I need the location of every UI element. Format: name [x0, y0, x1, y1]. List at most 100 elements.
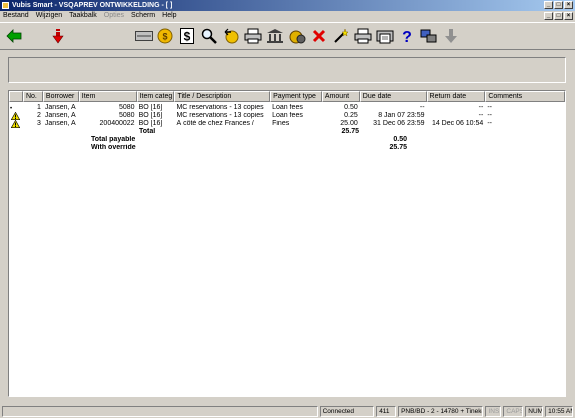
summary-due: [361, 128, 409, 136]
info-panel: [8, 57, 566, 83]
payments-grid: No. Borrower Item Item categ Title / Des…: [8, 90, 566, 397]
menu-bestand[interactable]: Bestand: [3, 11, 29, 21]
cell-category: BO [16]: [138, 112, 163, 119]
maximize-button[interactable]: □: [554, 1, 563, 9]
cell-due-date: 8 Jan 07 23:59: [378, 112, 425, 119]
current-row-marker: •: [10, 106, 13, 112]
summary-row-with-override: With override 25.75: [9, 144, 565, 152]
menu-wijzigen[interactable]: Wijzigen: [36, 11, 62, 21]
row-selector[interactable]: [9, 120, 23, 128]
cell-due-date: --: [419, 104, 425, 111]
cell-item: 200400022: [99, 120, 135, 127]
grid-header: No. Borrower Item Item categ Title / Des…: [9, 91, 565, 102]
cell-borrower: Jansen, A: [44, 112, 76, 119]
cell-category: BO [16]: [138, 120, 163, 127]
row-header-corner: [9, 91, 23, 102]
table-row[interactable]: • 1 Jansen, A 5080 BO [16] MC reservatio…: [9, 104, 565, 112]
column-header-item-category[interactable]: Item categ: [136, 91, 175, 102]
printer-icon[interactable]: [353, 26, 373, 46]
summary-amount: [323, 136, 361, 144]
mdi-controls: _ □ ×: [544, 12, 573, 20]
column-header-no[interactable]: No.: [22, 91, 43, 102]
column-header-borrower[interactable]: Borrower: [42, 91, 79, 102]
cell-title: À côté de chez Frances /: [176, 120, 254, 127]
warning-icon: [11, 120, 20, 128]
svg-text:?: ?: [402, 29, 412, 44]
cell-no: 3: [37, 120, 41, 127]
summary-label: With override: [91, 144, 136, 151]
status-connection: Connected: [319, 406, 375, 417]
table-row[interactable]: 2 Jansen, A 5080 BO [16] MC reservations…: [9, 112, 565, 120]
cell-payment-type: Loan fees: [272, 104, 303, 111]
bank-icon[interactable]: [265, 26, 285, 46]
summary-label: Total payable: [91, 136, 136, 143]
cell-return-date: --: [478, 112, 484, 119]
cell-return-date: 14 Dec 06 10:54: [431, 120, 484, 127]
status-num: NUM: [525, 406, 544, 417]
row-selector[interactable]: [9, 112, 23, 120]
cell-amount: 25.00: [340, 120, 358, 127]
back-arrow-icon[interactable]: [4, 26, 24, 46]
summary-row-total-payable: Total payable 0.50: [9, 136, 565, 144]
transfer-icon[interactable]: [419, 26, 439, 46]
column-header-title[interactable]: Title / Description: [174, 91, 271, 102]
cell-borrower: Jansen, A: [44, 104, 76, 111]
column-header-payment-type[interactable]: Payment type: [270, 91, 322, 102]
svg-text:$: $: [162, 32, 167, 42]
magnifier-icon[interactable]: [199, 26, 219, 46]
status-caps: CAPS: [503, 406, 524, 417]
row-selector[interactable]: •: [9, 104, 23, 112]
cell-title: MC reservations - 13 copies: [176, 112, 264, 119]
app-icon: [2, 2, 9, 9]
cell-comments: --: [487, 104, 492, 111]
money-bag-icon[interactable]: [287, 26, 307, 46]
mdi-close-button[interactable]: ×: [564, 12, 573, 20]
minimize-button[interactable]: _: [544, 1, 553, 9]
menu-scherm[interactable]: Scherm: [131, 11, 155, 21]
down-arrow-red-icon[interactable]: [48, 26, 68, 46]
menu-opties: Opties: [103, 12, 125, 19]
status-message: [2, 406, 318, 417]
return-icon[interactable]: [221, 26, 241, 46]
table-row[interactable]: 3 Jansen, A 200400022 BO [16] À côté de …: [9, 120, 565, 128]
dollar-icon[interactable]: $: [177, 26, 197, 46]
menu-help[interactable]: Help: [162, 11, 176, 21]
card-reader-icon[interactable]: [134, 26, 154, 46]
magic-wand-icon[interactable]: [331, 26, 351, 46]
cell-amount: 0.50: [344, 104, 358, 111]
status-ins: INS: [485, 406, 502, 417]
coin-icon[interactable]: $: [155, 26, 175, 46]
printer-icon[interactable]: [243, 26, 263, 46]
column-header-comments[interactable]: Comments: [485, 91, 565, 102]
mdi-minimize-button[interactable]: _: [544, 12, 553, 20]
column-header-due-date[interactable]: Due date: [359, 91, 427, 102]
cell-payment-type: Fines: [272, 120, 290, 127]
summary-amount: 25.75: [341, 128, 359, 135]
summary-due: 0.50: [393, 136, 407, 143]
summary-label: Total: [139, 128, 156, 135]
cell-item: 5080: [119, 104, 135, 111]
receipt-printer-icon[interactable]: [375, 26, 395, 46]
menu-bar: Bestand Wijzigen Taakbalk Opties Scherm …: [0, 11, 575, 21]
cell-amount: 0.25: [344, 112, 358, 119]
status-code: 411: [376, 406, 397, 417]
delete-x-icon[interactable]: [309, 26, 329, 46]
warning-icon: [11, 112, 20, 120]
summary-amount: [323, 144, 361, 152]
column-header-item[interactable]: Item: [78, 91, 137, 102]
menu-taakbalk[interactable]: Taakbalk: [69, 11, 97, 21]
window-title: Vubis Smart - VSQAPREV ONTWIKKELDING - […: [12, 2, 173, 9]
window-controls: _ □ ×: [544, 1, 573, 9]
mdi-restore-button[interactable]: □: [554, 12, 563, 20]
column-header-return-date[interactable]: Return date: [426, 91, 486, 102]
column-header-amount[interactable]: Amount: [321, 91, 360, 102]
cell-no: 2: [37, 112, 41, 119]
help-icon[interactable]: ?: [397, 26, 417, 46]
down-arrow-gray-icon[interactable]: [441, 26, 461, 46]
close-button[interactable]: ×: [564, 1, 573, 9]
status-time: 10:55 AM: [545, 406, 573, 417]
cell-return-date: --: [478, 104, 484, 111]
cell-borrower: Jansen, A: [44, 120, 76, 127]
summary-due: 25.75: [389, 144, 407, 151]
summary-row-total: Total 25.75: [9, 128, 565, 136]
